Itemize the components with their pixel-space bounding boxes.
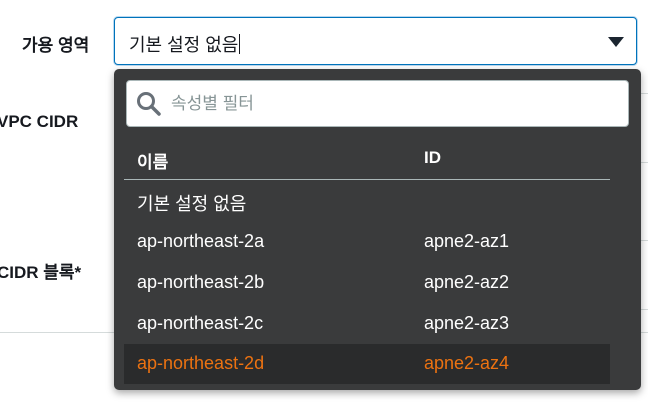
option-name: ap-northeast-2b — [137, 272, 265, 292]
option-id: apne2-az1 — [424, 231, 510, 251]
option-row[interactable]: ap-northeast-2c apne2-az3 — [124, 304, 610, 344]
option-name: 기본 설정 없음 — [137, 194, 247, 214]
filter-box[interactable] — [126, 80, 629, 127]
option-row[interactable]: ap-northeast-2a apne2-az1 — [124, 222, 610, 262]
option-name: ap-northeast-2a — [137, 231, 265, 251]
caret-down-icon[interactable] — [608, 37, 624, 47]
select-value: 기본 설정 없음 — [129, 31, 240, 57]
availability-zone-dropdown: 이름 ID 기본 설정 없음 ap-northeast-2a apne2-az1… — [114, 69, 641, 390]
option-name: ap-northeast-2d — [137, 353, 265, 373]
cidr-block-label: CIDR 블록* — [0, 263, 82, 282]
vpc-cidr-label: VPC CIDR — [0, 112, 79, 131]
filter-input[interactable] — [169, 90, 613, 118]
option-row[interactable]: ap-northeast-2b apne2-az2 — [124, 263, 610, 303]
availability-zone-label: 가용 영역 — [22, 36, 90, 55]
column-header-name: 이름 — [137, 153, 169, 172]
option-row[interactable]: 기본 설정 없음 — [124, 181, 610, 221]
dropdown-scrollbar[interactable] — [619, 145, 630, 383]
header-divider — [124, 179, 610, 180]
option-id: apne2-az3 — [424, 313, 510, 333]
column-header-id: ID — [424, 148, 441, 167]
option-id: apne2-az2 — [424, 272, 510, 292]
option-name: ap-northeast-2c — [137, 313, 264, 333]
search-icon — [137, 92, 161, 116]
option-row-selected[interactable]: ap-northeast-2d apne2-az4 — [124, 344, 610, 384]
option-id: apne2-az4 — [424, 353, 510, 373]
availability-zone-select[interactable]: 기본 설정 없음 — [114, 17, 637, 65]
